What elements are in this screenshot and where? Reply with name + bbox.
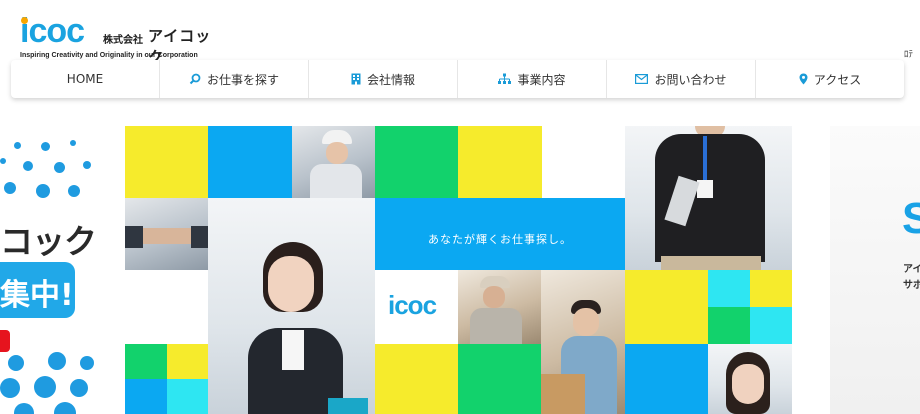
cardboard-box [541,374,585,414]
woman-collar [282,330,304,370]
photo-box-worker [541,270,625,414]
woman-face [268,256,314,312]
left-banner-red-button [0,330,10,352]
dot-decoration [54,162,65,173]
box-worker-face [573,308,599,336]
dot-decoration [8,355,24,371]
man-pants [661,256,761,270]
handshake-hands [135,228,199,244]
left-banner-pill-text: 集中! [0,278,74,313]
company-prefix: 株式会社 [103,35,143,46]
worker-face [326,142,348,164]
nav-label-home: HOME [66,72,104,86]
man-lanyard [703,136,707,182]
logo-dot [21,17,28,24]
color-tile-yellow [167,344,208,379]
org-chart-icon [498,73,512,85]
carousel-slide-previous[interactable]: コック 集中! [0,120,100,414]
woman-folder [328,398,368,414]
dot-decoration [34,376,56,398]
dot-decoration [83,161,91,169]
color-tile-cyan [708,270,750,307]
color-tile-yellow [375,344,458,414]
mosaic-logo: icoc [388,290,437,320]
logo-tagline: Inspiring Creativity and Originality in … [20,52,198,59]
map-pin-icon [799,73,808,85]
site-logo[interactable]: icoc 株式会社 アイコック Inspiring Creativity and… [20,12,220,66]
nav-label-access: アクセス [813,72,862,87]
handshake-sleeve [125,226,143,248]
white-tile [542,126,625,198]
catch-copy: あなたが輝くお仕事探し。 [428,233,572,246]
photo-smiling-woman [708,344,792,414]
dot-decoration [4,182,16,194]
corner-text: ﾛﾃ [904,50,914,60]
nav-item-company[interactable]: 会社情報 [309,60,458,98]
left-banner-title: コック [0,222,97,261]
dot-decoration [41,142,50,151]
nav-item-business[interactable]: 事業内容 [458,60,607,98]
photo-factory-worker [292,126,375,198]
dot-decoration [68,185,80,197]
nav-label-business: 事業内容 [517,72,566,87]
nav-label-contact: お問い合わせ [654,72,727,87]
logo-tile: icoc [375,270,458,344]
carousel-slide-next[interactable]: S アイ サポ [830,126,920,414]
dot-decoration [36,184,50,198]
dot-decoration [0,378,20,398]
building-icon [351,73,361,85]
dot-decoration [0,158,6,164]
nav-item-contact[interactable]: お問い合わせ [607,60,756,98]
color-tile-green [708,307,750,344]
right-banner-text-line1: アイ [903,264,920,275]
color-tile-cyan [750,307,792,344]
dot-decoration [23,161,33,171]
nav-label-job-search: お仕事を探す [206,72,279,87]
color-tile-green [125,344,167,379]
dot-decoration [70,379,88,397]
photo-man-laptop [625,126,792,270]
color-tile-green [458,344,541,414]
color-tile-blue [125,379,167,414]
color-tile-green [375,126,458,198]
color-tile-blue [625,344,708,414]
search-icon [189,73,201,85]
catch-copy-panel: あなたが輝くお仕事探し。 [375,198,625,270]
right-banner-text-line2: サポ [903,280,920,291]
nav-item-access[interactable]: アクセス [756,60,904,98]
handshake-sleeve [191,226,208,248]
color-tile-blue [208,126,292,198]
color-tile-yellow [458,126,542,198]
nav-label-company: 会社情報 [366,72,415,87]
worker-uniform [310,164,362,198]
smiling-woman-face [732,364,764,404]
mail-icon [635,74,649,84]
logo-wordmark: icoc [20,12,85,50]
color-tile-yellow [125,126,208,198]
global-nav: HOME お仕事を探す 会社情報 事業内容 お問い合わせ アクセス [11,60,904,98]
dot-decoration [80,356,94,370]
photo-businesswoman [208,198,375,414]
warehouse-face [483,286,505,308]
nav-item-home[interactable]: HOME [11,60,160,98]
photo-handshake [125,198,208,270]
hero-slide-main[interactable]: あなたが輝くお仕事探し。 icoc [125,126,792,414]
dot-decoration [14,142,21,149]
dot-decoration [48,352,66,370]
white-tile [125,270,208,344]
right-banner-heading: S [902,194,920,243]
photo-warehouse-worker [458,270,541,344]
dot-decoration [70,140,76,146]
color-tile-yellow [625,270,708,344]
color-tile-cyan [167,379,208,414]
warehouse-body [470,308,522,344]
nav-item-job-search[interactable]: お仕事を探す [160,60,309,98]
color-tile-yellow [750,270,792,307]
